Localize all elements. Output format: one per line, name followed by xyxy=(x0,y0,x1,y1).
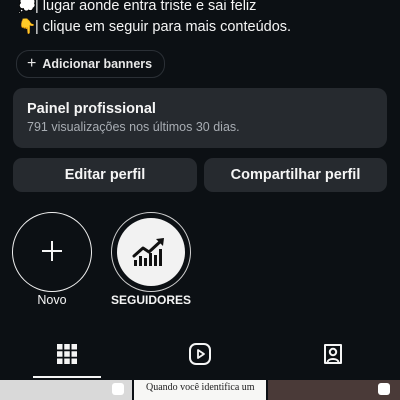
grid-icon xyxy=(56,344,77,364)
profile-tabs xyxy=(0,334,400,374)
highlight-seguidores[interactable] xyxy=(111,212,191,292)
highlight-seguidores-cover xyxy=(117,218,185,286)
share-profile-button[interactable]: Compartilhar perfil xyxy=(204,158,387,192)
active-tab-indicator xyxy=(33,376,101,378)
add-banners-button[interactable]: + Adicionar banners xyxy=(16,50,166,78)
bio-line-1: 💭 | lugar aonde entra triste e sai feliz xyxy=(18,0,388,17)
grid-post-3[interactable] xyxy=(268,380,400,400)
reel-badge-icon xyxy=(378,383,390,395)
tab-reels[interactable] xyxy=(133,334,266,374)
edit-profile-button[interactable]: Editar perfil xyxy=(13,158,197,192)
grid-post-1[interactable] xyxy=(0,380,132,400)
highlight-label-seguidores: SEGUIDORES xyxy=(110,293,191,307)
add-banners-label: Adicionar banners xyxy=(42,57,153,71)
grid-post-2-caption: Quando você identifica um xyxy=(146,382,255,393)
reels-play-icon xyxy=(188,343,211,365)
highlight-label-new: Novo xyxy=(37,293,67,307)
pointing-down-emoji: 👇 xyxy=(18,19,37,35)
professional-dashboard-card[interactable]: Painel profissional 791 visualizações no… xyxy=(13,88,387,148)
bio-line-2: 👇 | clique em seguir para mais conteúdos… xyxy=(18,17,388,38)
new-highlight-button[interactable] xyxy=(12,212,92,292)
thought-bubble-emoji: 💭 xyxy=(18,0,37,14)
plus-icon xyxy=(40,236,64,268)
professional-dashboard-subtitle: 791 visualizações nos últimos 30 dias. xyxy=(27,120,240,134)
plus-icon: + xyxy=(27,55,37,72)
bio-line-2-text: | clique em seguir para mais conteúdos. xyxy=(35,19,292,35)
professional-dashboard-title: Painel profissional xyxy=(27,101,156,117)
tab-tagged[interactable] xyxy=(266,334,399,374)
reel-badge-icon xyxy=(112,383,124,395)
profile-bio: 💭 | lugar aonde entra triste e sai feliz… xyxy=(18,0,388,38)
grid-post-2[interactable]: Quando você identifica um xyxy=(134,380,266,400)
trending-up-chart-icon xyxy=(132,238,164,266)
tagged-person-icon xyxy=(323,344,342,364)
tab-posts-grid[interactable] xyxy=(0,334,133,374)
bio-line-1-text: | lugar aonde entra triste e sai feliz xyxy=(35,0,257,14)
posts-grid: Quando você identifica um xyxy=(0,380,400,400)
